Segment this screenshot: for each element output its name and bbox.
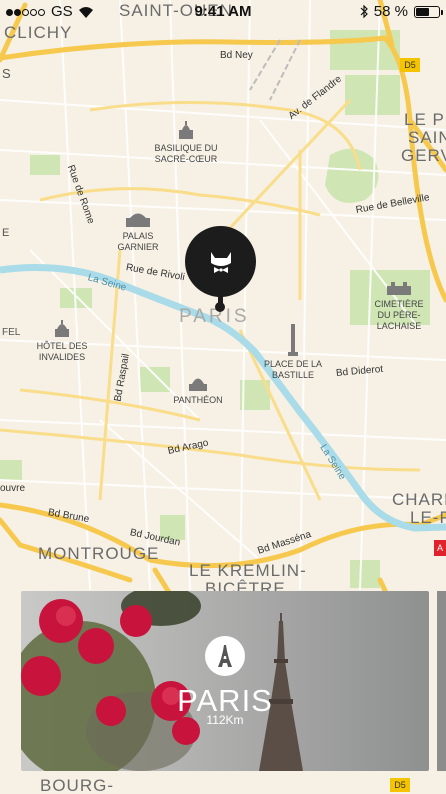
poi-sacre-coeur-line1: BASILIQUE DU <box>154 143 218 153</box>
poi-pantheon[interactable]: PANTHÉON <box>166 372 230 406</box>
basilica-icon <box>179 121 193 139</box>
poi-bastille-line2: BASTILLE <box>271 370 315 380</box>
cemetery-icon <box>387 282 411 295</box>
label-charenton-1: CHARE <box>392 490 446 509</box>
road-bd-ney: Bd Ney <box>220 50 253 61</box>
poi-invalides-line2: INVALIDES <box>38 352 86 362</box>
poi-bastille-line1: PLACE DE LA <box>263 359 323 369</box>
poi-palais-garnier-line2: GARNIER <box>117 242 159 252</box>
battery-fill <box>416 7 429 16</box>
column-icon <box>288 324 298 356</box>
poi-invalides[interactable]: HÔTEL DES INVALIDES <box>30 318 94 363</box>
destination-card[interactable]: PARIS 112Km <box>21 591 429 771</box>
poi-pantheon-label: PANTHÉON <box>173 395 223 405</box>
shield-a: A <box>436 543 443 553</box>
label-edge-2: E <box>2 227 10 239</box>
poi-pere-lachaise-line1: CIMETIÈRE <box>374 299 424 309</box>
opera-icon <box>126 213 150 227</box>
poi-pere-lachaise[interactable]: CIMETIÈRE DU PÈRE- LACHAISE <box>364 280 434 332</box>
pantheon-icon <box>189 378 207 391</box>
poi-palais-garnier[interactable]: PALAIS GARNIER <box>106 210 170 253</box>
label-le-pre-2: SAIN <box>408 128 446 147</box>
dome-icon <box>55 320 69 337</box>
poi-pere-lachaise-line2: DU PÈRE- <box>377 310 421 320</box>
label-edge-4: ouvre <box>0 483 26 494</box>
status-bar: GS 9:41 AM 58 % <box>0 0 446 24</box>
card-icon-badge <box>205 636 245 676</box>
shield-d5-bottom: D5 <box>390 778 410 792</box>
label-kremlin-1: LE KREMLIN- <box>189 561 307 580</box>
label-bourg: BOURG- <box>40 776 114 794</box>
battery-icon <box>414 5 443 18</box>
card-distance: 112Km <box>206 713 244 727</box>
shield-d5-top: D5 <box>404 60 416 70</box>
next-card-peek[interactable] <box>437 591 446 771</box>
eiffel-tower-icon <box>218 645 232 667</box>
label-clichy: CLICHY <box>4 23 73 42</box>
app-screen: SAINT-OUEN CLICHY MONTROUGE LE KREMLIN- … <box>0 0 446 794</box>
poi-palais-garnier-line1: PALAIS <box>122 231 154 241</box>
label-montrouge: MONTROUGE <box>38 544 160 563</box>
poi-sacre-coeur[interactable]: BASILIQUE DU SACRÉ-CŒUR <box>147 118 225 165</box>
pin-dot <box>215 302 225 312</box>
poi-pere-lachaise-line3: LACHAISE <box>376 321 422 331</box>
bluetooth-icon <box>360 5 368 18</box>
poi-sacre-coeur-line2: SACRÉ-CŒUR <box>154 154 218 164</box>
label-edge-1: S <box>2 66 11 81</box>
battery-percent: 58 % <box>373 3 408 20</box>
card-photo <box>21 591 429 771</box>
label-le-pre-1: LE PR <box>404 110 446 129</box>
poi-invalides-line1: HÔTEL DES <box>36 341 88 351</box>
cat-bowtie-icon <box>210 251 231 273</box>
label-charenton-2: LE-P <box>410 508 446 527</box>
label-paris: PARIS <box>179 306 250 327</box>
location-pin[interactable] <box>185 226 256 297</box>
label-le-pre-3: GERV <box>401 146 446 165</box>
label-edge-3: FEL <box>2 327 21 338</box>
poi-bastille[interactable]: PLACE DE LA BASTILLE <box>257 322 329 381</box>
